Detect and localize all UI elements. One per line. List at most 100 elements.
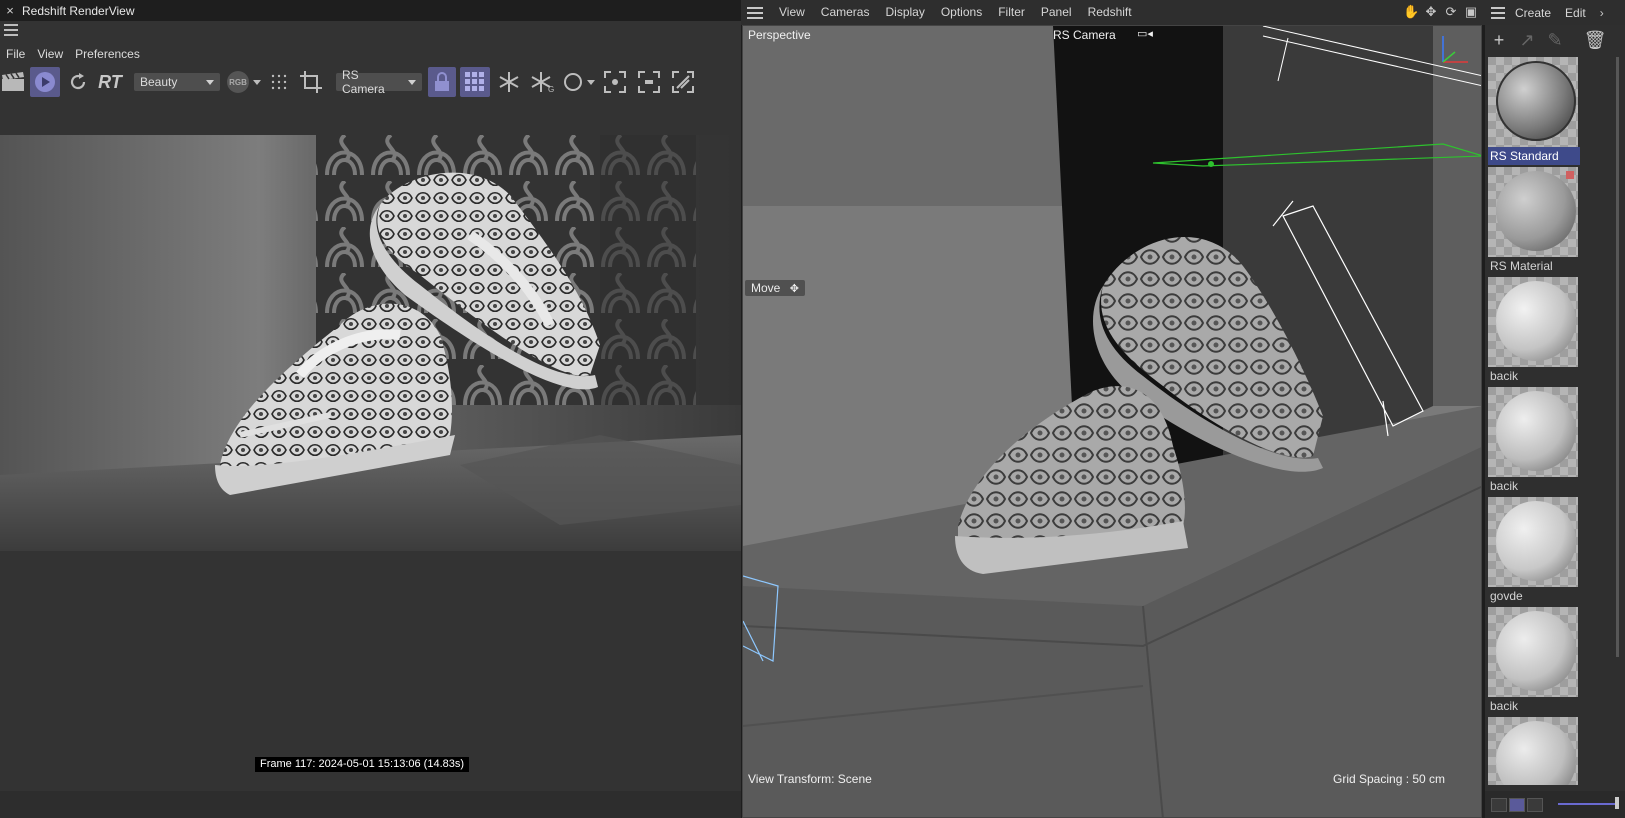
- hamburger-menu-icon[interactable]: [4, 24, 18, 38]
- chevron-right-icon[interactable]: ›: [1600, 6, 1604, 20]
- material-thumbnail: [1488, 387, 1578, 477]
- aov-select-value: Beauty: [140, 75, 178, 89]
- render-view-menubar: File View Preferences: [0, 44, 146, 64]
- snowflake-icon[interactable]: [494, 67, 524, 97]
- menu-file[interactable]: File: [0, 44, 31, 64]
- fit-frame-icon[interactable]: [634, 67, 664, 97]
- render-view-title: Redshift RenderView: [22, 3, 135, 18]
- large-view-icon[interactable]: [1527, 797, 1543, 812]
- chevron-down-icon: [253, 79, 261, 85]
- viewport-nav-icons: ✋ ✥ ⟳ ▣: [1403, 4, 1479, 20]
- material-item[interactable]: RS Material: [1488, 167, 1580, 277]
- vp-menu-panel[interactable]: Panel: [1033, 0, 1080, 25]
- rgb-badge: RGB: [227, 71, 249, 93]
- viewport-menubar: View Cameras Display Options Filter Pane…: [741, 0, 1485, 25]
- material-name: bacik: [1490, 479, 1519, 493]
- play-icon: [35, 72, 55, 92]
- vp-menu-display[interactable]: Display: [877, 0, 932, 25]
- move-tool-label: Move ✥: [745, 280, 805, 296]
- focus-frame-icon[interactable]: [600, 67, 630, 97]
- refresh-icon[interactable]: [64, 67, 92, 97]
- material-name: RS Standard: [1488, 147, 1580, 165]
- view-name-label: Perspective: [748, 28, 811, 42]
- maximize-view-icon[interactable]: ▣: [1463, 4, 1479, 20]
- render-view-panel: × Redshift RenderView File View Preferen…: [0, 0, 741, 818]
- camera-select-value: RS Camera: [342, 68, 385, 96]
- material-manager-toolbar: + ↗ ✎ 🗑: [1485, 27, 1625, 53]
- camera-select[interactable]: RS Camera: [336, 68, 422, 96]
- link-arrow-icon[interactable]: ↗: [1513, 30, 1541, 51]
- svg-text:G: G: [548, 85, 554, 93]
- chevron-down-icon: [206, 79, 214, 85]
- material-thumbnail: [1488, 57, 1578, 147]
- grid-view-icon[interactable]: [1509, 797, 1525, 812]
- region-render-icon[interactable]: [668, 67, 698, 97]
- vp-menu-view[interactable]: View: [771, 0, 813, 25]
- viewport-panel: View Cameras Display Options Filter Pane…: [741, 0, 1485, 818]
- material-item[interactable]: bacik: [1488, 277, 1580, 387]
- material-item[interactable]: [1488, 717, 1580, 785]
- crop-icon[interactable]: [296, 67, 326, 97]
- orbit-icon[interactable]: ⟳: [1443, 4, 1459, 20]
- move-arrows-icon: ✥: [789, 283, 799, 295]
- chevron-down-icon: [408, 79, 416, 85]
- menu-view[interactable]: View: [31, 44, 69, 64]
- vp-menu-options[interactable]: Options: [933, 0, 990, 25]
- render-view-toolbar: RT Beauty RGB RS Camera G: [0, 65, 741, 99]
- view-transform-label: View Transform: Scene: [748, 772, 872, 786]
- material-item[interactable]: govde: [1488, 497, 1580, 607]
- material-name: bacik: [1490, 369, 1519, 383]
- material-item[interactable]: bacik: [1488, 607, 1580, 717]
- circle-shape-icon[interactable]: [562, 67, 596, 97]
- material-list: RS Standard RS Material bacik bacik govd…: [1488, 57, 1580, 785]
- grid-spacing-label: Grid Spacing : 50 cm: [1333, 772, 1446, 786]
- material-thumbnail: [1488, 497, 1578, 587]
- pen-edit-icon[interactable]: ✎: [1541, 30, 1569, 51]
- lock-icon[interactable]: [428, 67, 456, 97]
- list-view-icon[interactable]: [1491, 797, 1507, 812]
- material-thumbnail: [1488, 717, 1578, 785]
- hand-pan-icon[interactable]: ✋: [1403, 4, 1419, 20]
- status-flag: [1566, 171, 1574, 179]
- slider-handle[interactable]: [1615, 797, 1619, 809]
- material-thumbnail: [1488, 167, 1578, 257]
- rgb-channel-button[interactable]: RGB: [226, 67, 262, 97]
- material-item[interactable]: bacik: [1488, 387, 1580, 497]
- bucket-grid-icon[interactable]: [460, 67, 490, 97]
- thumbnail-size-slider[interactable]: [1558, 803, 1618, 805]
- chevron-down-icon: [587, 79, 595, 85]
- material-list-scrollbar[interactable]: [1616, 57, 1619, 657]
- add-material-icon[interactable]: +: [1485, 30, 1513, 51]
- close-icon[interactable]: ×: [0, 3, 20, 18]
- material-manager-panel: Create Edit › + ↗ ✎ 🗑 RS Standard RS Mat…: [1485, 0, 1625, 818]
- material-thumbnail: [1488, 277, 1578, 367]
- rendered-image: [0, 135, 741, 551]
- rt-toggle-button[interactable]: RT: [96, 67, 124, 97]
- vp-menu-redshift[interactable]: Redshift: [1080, 0, 1140, 25]
- move-arrows-icon[interactable]: ✥: [1423, 4, 1439, 20]
- camera-icon[interactable]: ▭◂: [1137, 27, 1153, 40]
- menu-preferences[interactable]: Preferences: [69, 44, 146, 64]
- material-item[interactable]: RS Standard: [1488, 57, 1580, 167]
- material-manager-menubar: Create Edit ›: [1485, 0, 1625, 25]
- clapperboard-icon[interactable]: [0, 67, 26, 97]
- dots-grid-icon[interactable]: [266, 67, 292, 97]
- mm-menu-edit[interactable]: Edit: [1565, 6, 1600, 20]
- material-name: RS Material: [1490, 259, 1553, 273]
- app-window: × Redshift RenderView File View Preferen…: [0, 0, 1625, 818]
- camera-name-label: RS Camera: [1053, 28, 1116, 42]
- viewport-canvas[interactable]: Perspective RS Camera ▭◂ Move ✥ View Tra…: [742, 25, 1482, 818]
- hamburger-menu-icon[interactable]: [1491, 6, 1505, 19]
- vp-menu-filter[interactable]: Filter: [990, 0, 1033, 25]
- mm-menu-create[interactable]: Create: [1515, 6, 1565, 20]
- render-start-button[interactable]: [30, 67, 60, 97]
- hamburger-menu-icon[interactable]: [747, 6, 763, 19]
- vp-menu-cameras[interactable]: Cameras: [813, 0, 878, 25]
- material-name: govde: [1490, 589, 1523, 603]
- aov-select[interactable]: Beauty: [134, 73, 220, 91]
- frame-info-label: Frame 117: 2024-05-01 15:13:06 (14.83s): [255, 757, 470, 772]
- trash-icon[interactable]: 🗑: [1581, 30, 1609, 51]
- render-view-titlebar: × Redshift RenderView: [0, 0, 741, 21]
- snowflake-g-icon[interactable]: G: [528, 67, 558, 97]
- render-view-statusbar: [0, 791, 741, 818]
